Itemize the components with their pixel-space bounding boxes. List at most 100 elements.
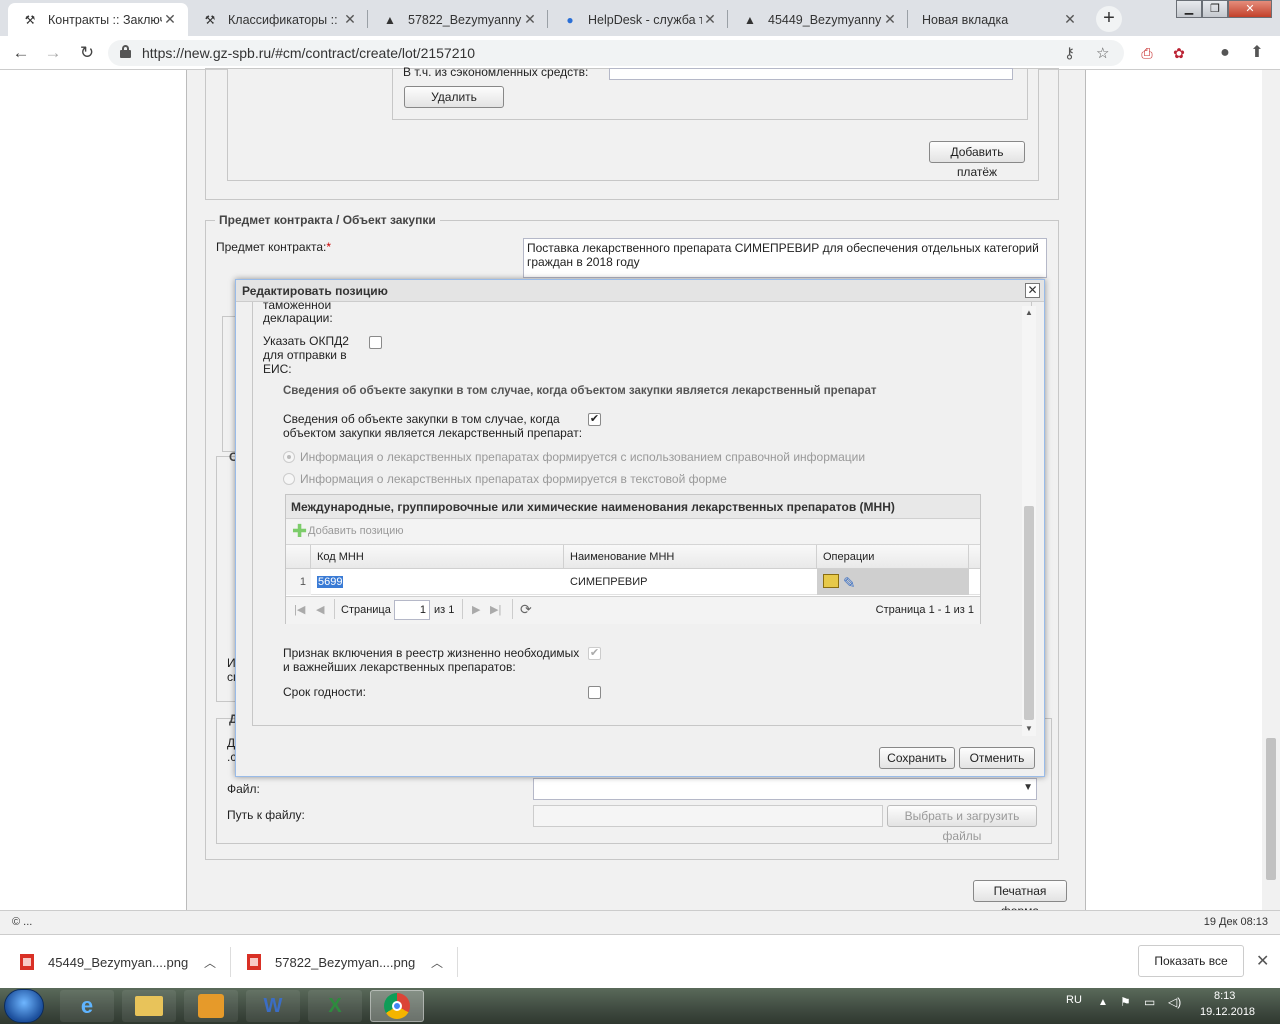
window-close-icon[interactable]: ✕ bbox=[1228, 0, 1272, 18]
cell-code-value: 5699 bbox=[317, 576, 344, 588]
subject-label: Предмет контракта:* bbox=[216, 240, 332, 254]
next-page-icon[interactable]: ▶ bbox=[472, 603, 480, 616]
refresh-icon[interactable]: ⟳ bbox=[520, 601, 532, 618]
bookmark-star-icon[interactable]: ☆ bbox=[1096, 44, 1109, 62]
page-number-input[interactable]: 1 bbox=[394, 600, 430, 620]
word-icon[interactable]: W bbox=[246, 990, 300, 1022]
close-tab-icon[interactable]: ✕ bbox=[1062, 11, 1078, 28]
update-arrow-icon[interactable]: ⬆ bbox=[1248, 44, 1266, 62]
first-page-icon[interactable]: |◀ bbox=[294, 603, 305, 616]
pdf-extension-icon[interactable]: ⎙ bbox=[1138, 44, 1156, 62]
delete-button[interactable]: Удалить bbox=[404, 86, 504, 108]
chrome-icon[interactable] bbox=[370, 990, 424, 1022]
col-rownum bbox=[286, 545, 311, 569]
address-bar[interactable]: https://new.gz-spb.ru/#cm/contract/creat… bbox=[108, 40, 1124, 66]
close-tab-icon[interactable]: ✕ bbox=[162, 11, 178, 28]
close-tab-icon[interactable]: ✕ bbox=[882, 11, 898, 28]
excel-icon[interactable]: X bbox=[308, 990, 362, 1022]
upload-files-button[interactable]: Выбрать и загрузить файлы bbox=[887, 805, 1037, 843]
clock-date[interactable]: 19.12.2018 bbox=[1200, 1006, 1255, 1024]
pager-separator bbox=[462, 599, 463, 619]
file-label: Файл: bbox=[227, 782, 260, 796]
network-icon[interactable]: ▭ bbox=[1144, 995, 1155, 1024]
col-name[interactable]: Наименование МНН bbox=[564, 545, 817, 569]
print-form-button[interactable]: Печатная форма bbox=[973, 880, 1067, 918]
cell-code[interactable]: 5699 bbox=[311, 569, 564, 595]
download-item[interactable]: 57822_Bezymyan....png ︿ bbox=[247, 945, 457, 979]
table-row[interactable]: 1 5699 СИМЕПРЕВИР ✎ bbox=[286, 569, 980, 595]
language-indicator[interactable]: RU bbox=[1066, 994, 1082, 1024]
image-file-icon bbox=[247, 954, 261, 970]
download-item[interactable]: 45449_Bezymyan....png ︿ bbox=[20, 945, 230, 979]
forward-arrow-icon[interactable]: → bbox=[42, 42, 64, 64]
add-position-button[interactable]: Добавить позицию bbox=[308, 525, 404, 537]
minimize-icon[interactable]: ▁ bbox=[1176, 0, 1202, 18]
col-code[interactable]: Код МНН bbox=[311, 545, 564, 569]
start-button-icon[interactable] bbox=[4, 989, 44, 1023]
tab-title: 57822_Bezymyannyi - bbox=[408, 12, 522, 27]
restore-icon[interactable]: ❐ bbox=[1202, 0, 1228, 18]
subject-textarea[interactable]: Поставка лекарственного препарата СИМЕПР… bbox=[523, 238, 1047, 278]
dialog-close-icon[interactable]: ✕ bbox=[1025, 283, 1040, 298]
expiry-checkbox[interactable] bbox=[588, 686, 601, 699]
file-select[interactable]: ▼ bbox=[533, 778, 1037, 800]
tray-expand-icon[interactable]: ▲ bbox=[1098, 997, 1108, 1024]
reload-icon[interactable]: ↻ bbox=[76, 42, 98, 64]
url-text[interactable]: https://new.gz-spb.ru/#cm/contract/creat… bbox=[142, 45, 475, 61]
dialog-scrollbar-thumb[interactable] bbox=[1024, 506, 1034, 720]
cancel-button[interactable]: Отменить bbox=[959, 747, 1035, 769]
close-downloads-icon[interactable]: ✕ bbox=[1256, 951, 1269, 971]
back-arrow-icon[interactable]: ← bbox=[10, 42, 32, 64]
pager-separator bbox=[512, 599, 513, 619]
browser-tab-newtab[interactable]: Новая вкладка ✕ bbox=[908, 3, 1088, 36]
close-tab-icon[interactable]: ✕ bbox=[522, 11, 538, 28]
economy-input[interactable] bbox=[609, 68, 1013, 80]
view-scroll-icon[interactable] bbox=[823, 574, 839, 588]
essential-label: и важнейших лекарственных препаратов: bbox=[283, 660, 516, 674]
file-explorer-icon[interactable] bbox=[122, 990, 176, 1022]
mnn-grid: Международные, группировочные или химиче… bbox=[285, 494, 981, 624]
prev-page-icon[interactable]: ◀ bbox=[316, 603, 324, 616]
browser-tab-45449[interactable]: ▲ 45449_Bezymyannyi - ✕ bbox=[728, 3, 908, 36]
close-tab-icon[interactable]: ✕ bbox=[702, 11, 718, 28]
add-payment-button[interactable]: Добавить платёж bbox=[929, 141, 1025, 179]
last-page-icon[interactable]: ▶| bbox=[490, 603, 501, 616]
show-all-downloads-button[interactable]: Показать все bbox=[1138, 945, 1244, 977]
scroll-down-icon[interactable]: ▼ bbox=[1022, 722, 1036, 736]
edit-position-dialog: Редактировать позицию ✕ таможенной декла… bbox=[235, 279, 1045, 777]
chevron-down-icon[interactable]: ▼ bbox=[1023, 782, 1033, 793]
okpd-label: ЕИС: bbox=[263, 362, 292, 376]
profile-avatar-icon[interactable]: ● bbox=[1216, 44, 1234, 62]
radio-text-form[interactable] bbox=[283, 473, 295, 485]
scroll-up-icon[interactable]: ▲ bbox=[1022, 306, 1036, 320]
volume-icon[interactable]: ◁) bbox=[1168, 995, 1181, 1024]
image-icon: ▲ bbox=[744, 12, 756, 27]
okpd-checkbox[interactable] bbox=[369, 336, 382, 349]
browser-tab-classifiers[interactable]: ⚒ Классификаторы :: М ✕ bbox=[188, 3, 368, 36]
col-operations[interactable]: Операции bbox=[817, 545, 969, 569]
browser-tab-helpdesk[interactable]: ● HelpDesk - служба те ✕ bbox=[548, 3, 728, 36]
essential-checkbox[interactable]: ✔ bbox=[588, 647, 601, 660]
extension-icon[interactable]: ✿ bbox=[1170, 44, 1188, 62]
dialog-scrollbar[interactable]: ▲ ▼ bbox=[1022, 306, 1036, 736]
page-scrollbar[interactable] bbox=[1262, 70, 1280, 910]
chevron-up-icon[interactable]: ︿ bbox=[204, 954, 216, 971]
filepath-input[interactable] bbox=[533, 805, 883, 827]
pager-separator bbox=[334, 599, 335, 619]
key-icon[interactable]: ⚷ bbox=[1064, 44, 1075, 62]
browser-tab-contracts[interactable]: ⚒ Контракты :: Заключе ✕ bbox=[8, 3, 188, 36]
action-center-icon[interactable]: ⚑ bbox=[1120, 995, 1131, 1024]
browser-tab-57822[interactable]: ▲ 57822_Bezymyannyi - ✕ bbox=[368, 3, 548, 36]
close-tab-icon[interactable]: ✕ bbox=[342, 11, 358, 28]
partial-label: Д bbox=[227, 736, 236, 750]
internet-explorer-icon[interactable]: e bbox=[60, 990, 114, 1022]
radio-reference-info[interactable] bbox=[283, 451, 295, 463]
outlook-icon[interactable] bbox=[184, 990, 238, 1022]
edit-pencil-icon[interactable]: ✎ bbox=[843, 571, 856, 597]
save-button[interactable]: Сохранить bbox=[879, 747, 955, 769]
download-separator bbox=[230, 947, 231, 977]
drug-flag-checkbox[interactable]: ✔ bbox=[588, 413, 601, 426]
new-tab-button[interactable]: + bbox=[1096, 6, 1122, 32]
chevron-up-icon[interactable]: ︿ bbox=[431, 954, 443, 971]
page-scrollbar-thumb[interactable] bbox=[1266, 738, 1276, 880]
